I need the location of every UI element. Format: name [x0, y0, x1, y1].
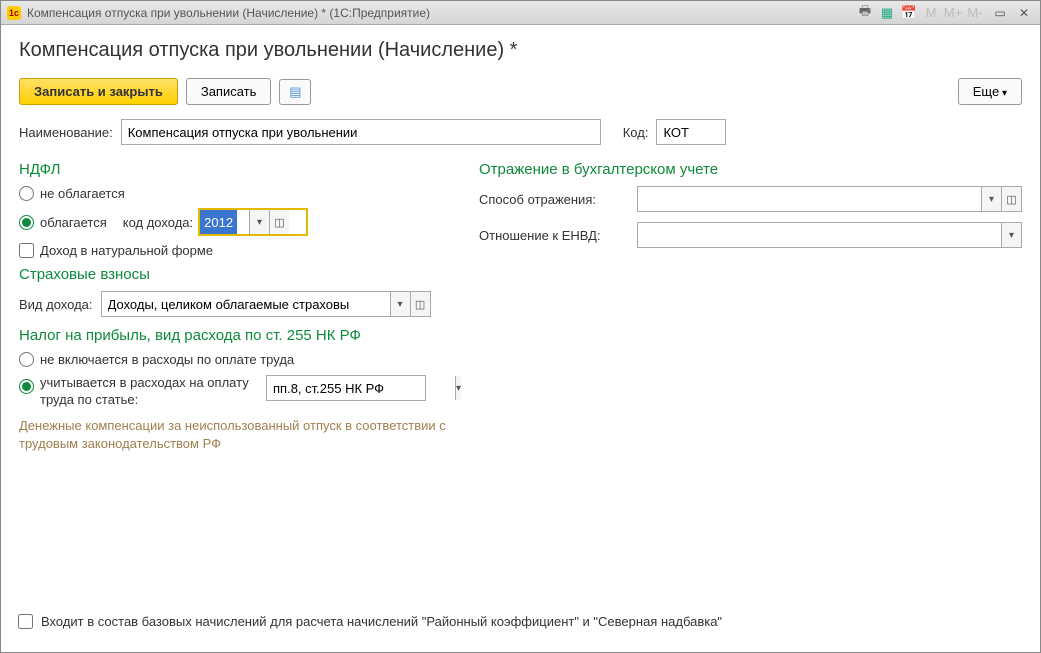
income-code-value: 2012 [200, 210, 237, 234]
method-label: Способ отражения: [479, 192, 629, 207]
dropdown-icon[interactable]: ▾ [390, 292, 410, 316]
income-type-combo[interactable]: ▾ ◫ [101, 291, 431, 317]
save-and-close-button[interactable]: Записать и закрыть [19, 78, 178, 105]
page-title: Компенсация отпуска при увольнении (Начи… [19, 39, 1022, 62]
expand-icon[interactable]: ◫ [410, 292, 430, 316]
app-logo-icon: 1c [7, 6, 21, 20]
natural-form-checkbox[interactable] [19, 243, 34, 258]
income-code-label: код дохода: [123, 215, 193, 230]
profit-tax-note: Денежные компенсации за неиспользованный… [19, 417, 449, 453]
dropdown-icon[interactable]: ▾ [455, 376, 461, 400]
profit-tax-heading: Налог на прибыль, вид расхода по ст. 255… [19, 327, 449, 344]
method-combo[interactable]: ▾ ◫ [637, 186, 1022, 212]
income-code-combo[interactable]: 2012 ▾ ◫ [199, 209, 307, 235]
print-icon[interactable]: 🖶 [856, 4, 874, 22]
pt-included-label: учитывается в расходах на оплату труда п… [40, 375, 260, 409]
m-plus-icon: M+ [944, 4, 962, 22]
window-title: Компенсация отпуска при увольнении (Начи… [27, 6, 430, 20]
name-label: Наименование: [19, 125, 113, 140]
titlebar: 1c Компенсация отпуска при увольнении (Н… [1, 1, 1040, 25]
ndfl-not-taxed-radio[interactable] [19, 186, 34, 201]
base-accrual-checkbox[interactable] [18, 614, 33, 629]
accounting-heading: Отражение в бухгалтерском учете [479, 161, 1022, 178]
toolbar: Записать и закрыть Записать ▤ Еще [19, 78, 1022, 105]
income-type-input[interactable] [102, 292, 390, 316]
code-input[interactable] [656, 119, 726, 145]
name-input[interactable] [121, 119, 601, 145]
income-type-label: Вид дохода: [19, 297, 93, 312]
envd-label: Отношение к ЕНВД: [479, 228, 629, 243]
base-accrual-label: Входит в состав базовых начислений для р… [41, 614, 722, 629]
envd-combo[interactable]: ▾ [637, 222, 1022, 248]
envd-input[interactable] [638, 223, 1001, 247]
pt-included-radio[interactable] [19, 379, 34, 394]
dropdown-icon[interactable]: ▾ [981, 187, 1001, 211]
ndfl-taxed-radio[interactable] [19, 215, 34, 230]
m-minus-icon: M- [966, 4, 984, 22]
m-icon-1: M [922, 4, 940, 22]
income-code-input[interactable] [237, 210, 249, 234]
window-close-icon[interactable]: ✕ [1014, 5, 1034, 21]
natural-form-label: Доход в натуральной форме [40, 243, 213, 258]
method-input[interactable] [638, 187, 981, 211]
dropdown-icon[interactable]: ▾ [249, 210, 269, 234]
more-button[interactable]: Еще [958, 78, 1022, 105]
window-minimize-icon[interactable]: ▭ [990, 5, 1010, 21]
pt-article-combo[interactable]: ▾ [266, 375, 426, 401]
dropdown-icon[interactable]: ▾ [1001, 223, 1021, 247]
save-button[interactable]: Записать [186, 78, 272, 105]
expand-icon[interactable]: ◫ [1001, 187, 1021, 211]
calculator-icon[interactable]: ▦ [878, 4, 896, 22]
ndfl-taxed-label: облагается [40, 215, 107, 230]
calendar-icon[interactable]: 📅 [900, 4, 918, 22]
ndfl-heading: НДФЛ [19, 161, 449, 178]
document-icon: ▤ [289, 84, 301, 99]
code-label: Код: [623, 125, 649, 140]
ndfl-not-taxed-label: не облагается [40, 186, 125, 201]
report-button[interactable]: ▤ [279, 79, 311, 105]
footer-row: Входит в состав базовых начислений для р… [18, 614, 722, 629]
insurance-heading: Страховые взносы [19, 266, 449, 283]
pt-not-included-label: не включается в расходы по оплате труда [40, 352, 294, 367]
expand-icon[interactable]: ◫ [269, 210, 289, 234]
pt-article-input[interactable] [267, 376, 455, 400]
pt-not-included-radio[interactable] [19, 352, 34, 367]
